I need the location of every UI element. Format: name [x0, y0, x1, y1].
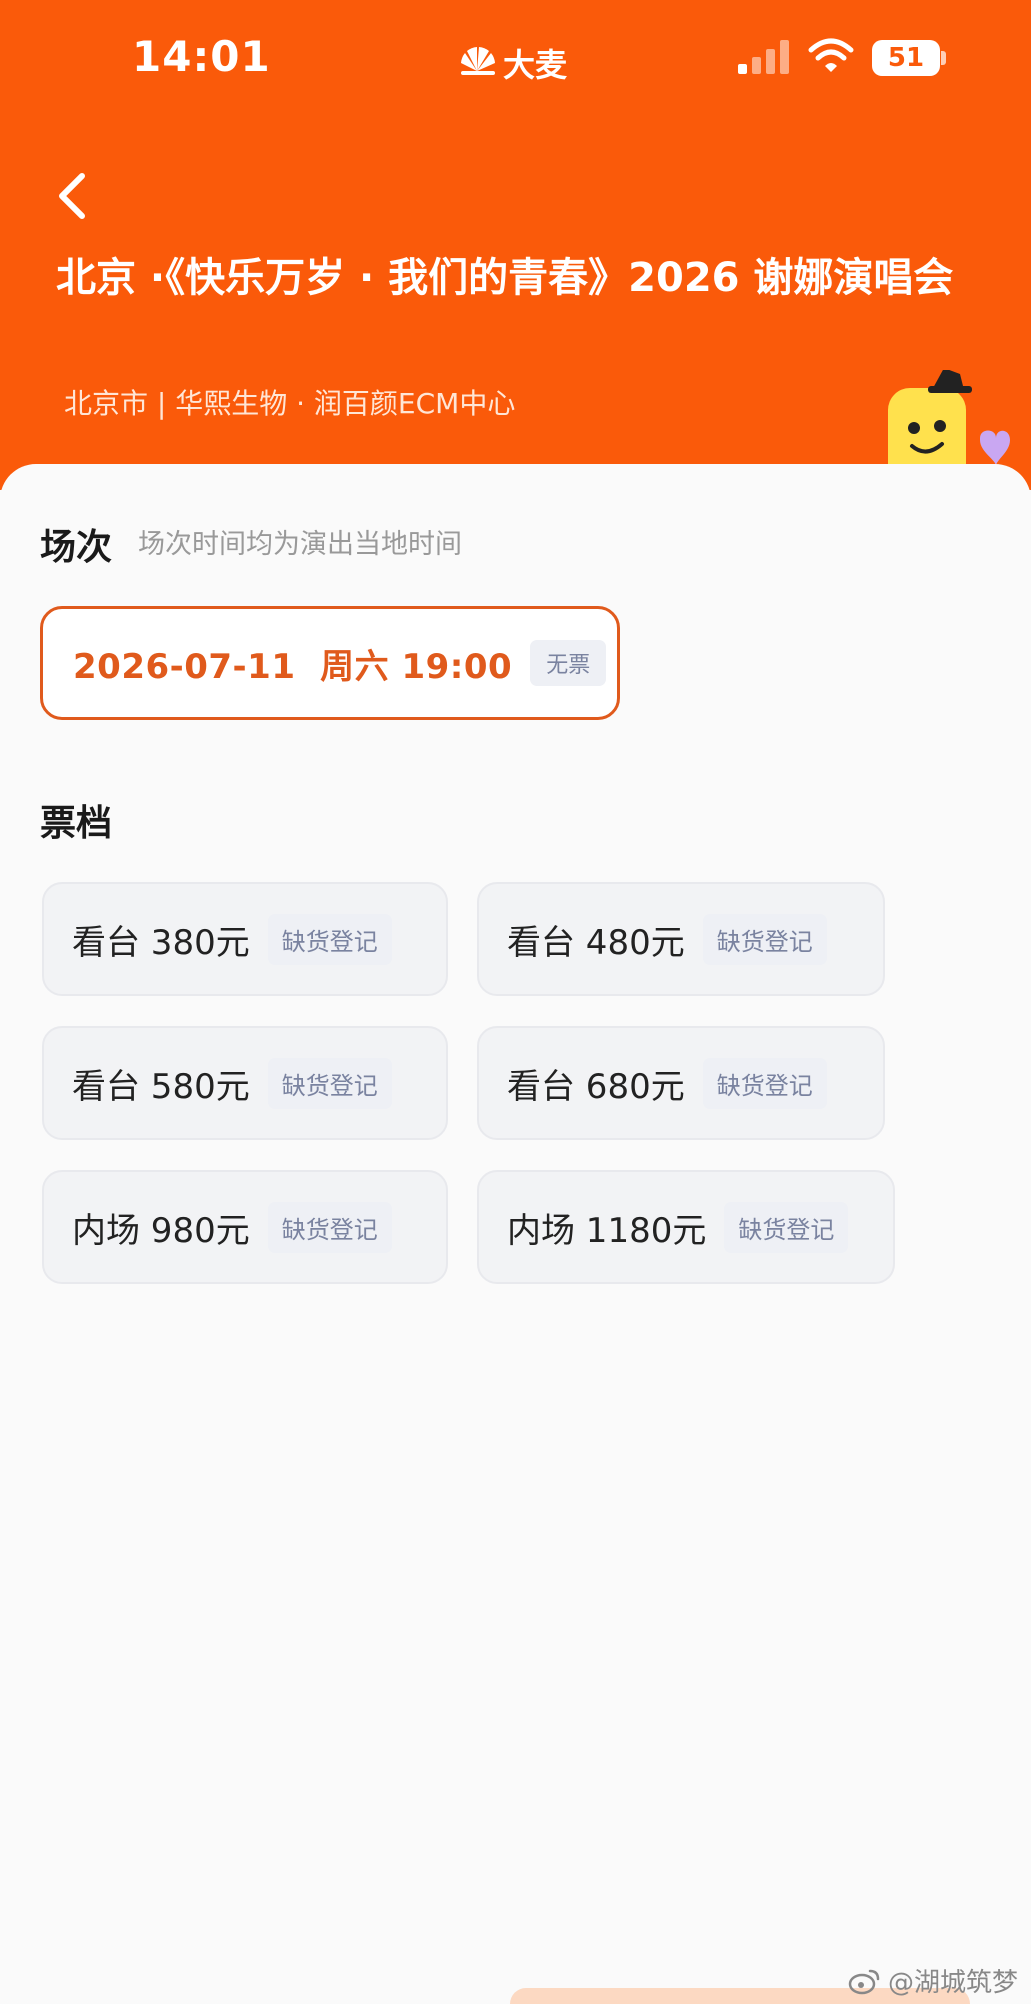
- content-sheet: 场次 场次时间均为演出当地时间 2026-07-11 周六 19:00 无票 票…: [0, 464, 1031, 2004]
- session-option-selected[interactable]: 2026-07-11 周六 19:00 无票: [40, 606, 620, 720]
- ticket-option[interactable]: 内场 1180元 缺货登记: [477, 1170, 895, 1284]
- ticket-status-badge: 缺货登记: [702, 1057, 827, 1109]
- session-heading: 场次: [40, 527, 113, 568]
- wifi-icon: [808, 38, 854, 72]
- ticket-status-badge: 缺货登记: [267, 1201, 392, 1253]
- watermark: @湖城筑梦: [848, 1962, 1018, 1999]
- ticket-option[interactable]: 看台 580元 缺货登记: [42, 1026, 448, 1140]
- ticket-label: 看台 380元: [72, 922, 250, 963]
- page-header: 14:01 大麦 51 北京 ·《快乐万岁 · 我们的青春》2026 谢娜演唱会…: [0, 0, 1031, 490]
- watermark-text: @湖城筑梦: [888, 1968, 1019, 1998]
- ticket-status-badge: 缺货登记: [724, 1201, 849, 1253]
- ticket-status-badge: 缺货登记: [267, 1057, 392, 1109]
- back-arrow-icon[interactable]: [48, 168, 96, 224]
- ticket-label: 看台 580元: [72, 1066, 250, 1107]
- session-datetime: 2026-07-11 周六 19:00: [73, 646, 513, 687]
- session-status-badge: 无票: [530, 640, 607, 686]
- battery-icon: 51: [872, 40, 940, 76]
- ticket-option[interactable]: 看台 480元 缺货登记: [477, 882, 885, 996]
- ticket-label: 内场 980元: [72, 1210, 250, 1251]
- ticket-option[interactable]: 看台 680元 缺货登记: [477, 1026, 885, 1140]
- brand: 大麦: [455, 40, 567, 86]
- damai-logo-icon: [461, 47, 495, 75]
- event-venue: 北京市 | 华熙生物 · 润百颜ECM中心: [64, 387, 516, 420]
- status-time: 14:01: [132, 32, 271, 81]
- weibo-icon: [848, 1969, 880, 1994]
- ticket-option[interactable]: 看台 380元 缺货登记: [42, 882, 448, 996]
- battery-tip: [941, 51, 946, 65]
- ticket-status-badge: 缺货登记: [702, 913, 827, 965]
- tickets-heading: 票档: [40, 803, 113, 844]
- ticket-status-badge: 缺货登记: [267, 913, 392, 965]
- brand-name: 大麦: [503, 46, 568, 84]
- ticket-label: 看台 680元: [507, 1066, 685, 1107]
- battery-level: 51: [887, 43, 925, 73]
- ticket-label: 看台 480元: [507, 922, 685, 963]
- status-bar: 14:01 大麦 51: [0, 0, 1031, 120]
- signal-icon: [738, 40, 789, 74]
- event-title: 北京 ·《快乐万岁 · 我们的青春》2026 谢娜演唱会: [56, 255, 954, 301]
- ticket-label: 内场 1180元: [507, 1210, 707, 1251]
- ticket-option[interactable]: 内场 980元 缺货登记: [42, 1170, 448, 1284]
- session-hint: 场次时间均为演出当地时间: [138, 529, 462, 560]
